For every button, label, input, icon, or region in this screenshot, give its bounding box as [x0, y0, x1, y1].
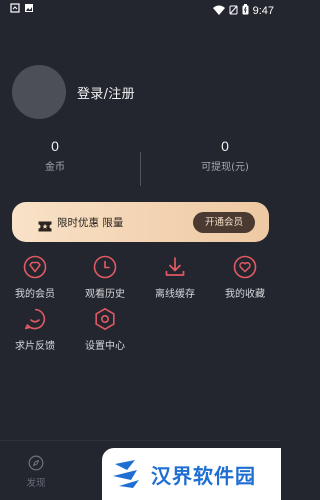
menu-item-label: 我的收藏: [225, 289, 265, 300]
silent-icon: [229, 5, 238, 18]
cash-stat[interactable]: 0 可提现(元): [165, 137, 285, 173]
watermark: 汉界软件园: [102, 448, 281, 500]
avatar[interactable]: [12, 65, 66, 119]
menu-item-request-feedback[interactable]: 求片反馈: [0, 307, 70, 352]
clock-icon: [93, 255, 117, 279]
status-bar: 9:47: [0, 0, 281, 22]
menu-item-label: 观看历史: [85, 289, 125, 300]
image-icon: [24, 3, 34, 16]
menu-item-my-favorites[interactable]: 我的收藏: [210, 255, 280, 300]
vip-promo-text: 限时优惠 限量: [57, 216, 124, 229]
tab-label: 发现: [26, 478, 46, 489]
menu-item-watch-history[interactable]: 观看历史: [70, 255, 140, 300]
menu-item-offline-cache[interactable]: 离线缓存: [140, 255, 210, 300]
cash-value: 0: [221, 138, 229, 154]
ticket-icon: [38, 217, 52, 231]
stats-row: 0 金币 0 可提现(元): [0, 137, 281, 189]
open-vip-button[interactable]: 开通会员: [193, 212, 255, 233]
battery-icon: [242, 4, 249, 18]
profile-header[interactable]: 登录/注册: [12, 65, 135, 119]
stats-divider: [140, 152, 141, 186]
tab-discover[interactable]: 发现: [16, 455, 56, 489]
vip-banner[interactable]: 限时优惠 限量 开通会员: [12, 202, 269, 242]
chat-icon: [25, 308, 46, 330]
compass-icon: [28, 455, 44, 471]
menu-item-my-vip[interactable]: 我的会员: [0, 255, 70, 300]
download-icon: [165, 257, 185, 276]
menu-item-label: 设置中心: [85, 341, 125, 352]
settings-icon: [95, 308, 115, 330]
menu-item-label: 离线缓存: [155, 289, 195, 300]
cash-label: 可提现(元): [201, 162, 249, 173]
login-register-link[interactable]: 登录/注册: [77, 83, 135, 102]
coins-value: 0: [51, 138, 59, 154]
notification-icon: [10, 3, 20, 16]
coins-label: 金币: [45, 162, 65, 173]
menu-item-settings[interactable]: 设置中心: [70, 307, 140, 352]
menu-item-label: 我的会员: [15, 289, 55, 300]
watermark-text: 汉界软件园: [151, 463, 256, 488]
status-time: 9:47: [252, 5, 274, 17]
wifi-icon: [212, 5, 225, 18]
menu-item-label: 求片反馈: [15, 341, 55, 352]
watermark-logo-icon: [113, 460, 139, 488]
heart-icon: [233, 255, 257, 279]
coins-stat[interactable]: 0 金币: [0, 137, 115, 173]
diamond-icon: [23, 255, 47, 279]
